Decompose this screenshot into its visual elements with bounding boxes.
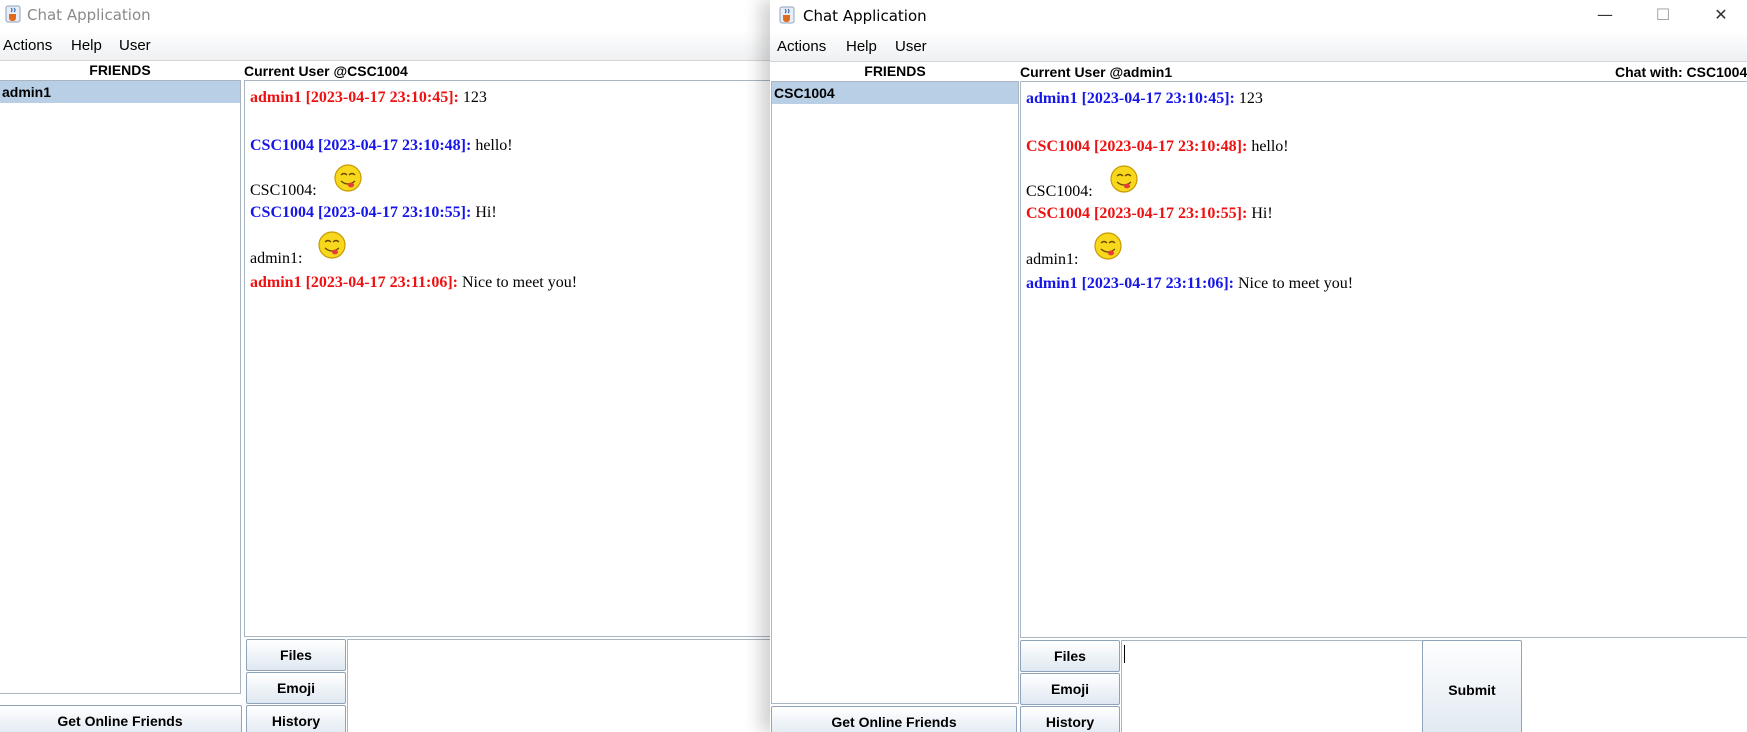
message-sender: CSC1004 bbox=[1026, 138, 1091, 155]
maximize-icon[interactable]: ☐ bbox=[1643, 3, 1683, 27]
message-row: admin1 [2023-04-17 23:11:06]: Nice to me… bbox=[1026, 275, 1353, 293]
message-input[interactable] bbox=[1121, 640, 1423, 732]
emoji-message-row: admin1: bbox=[1026, 251, 1078, 269]
emoji-sender: admin1: bbox=[1026, 251, 1079, 268]
window-title: Chat Application bbox=[27, 6, 151, 24]
java-cup-icon bbox=[5, 5, 21, 23]
message-area[interactable]: admin1 [2023-04-17 23:10:45]: 123 CSC100… bbox=[1020, 81, 1747, 638]
menu-bar: Actions Help User bbox=[770, 31, 1747, 62]
emoji-sender: CSC1004: bbox=[1026, 183, 1093, 200]
history-button[interactable]: History bbox=[246, 705, 346, 732]
message-text: Hi! bbox=[1251, 205, 1273, 222]
message-time: [2023-04-17 23:10:48]: bbox=[318, 137, 472, 154]
java-cup-icon bbox=[779, 6, 795, 24]
message-row: admin1 [2023-04-17 23:10:45]: 123 bbox=[1026, 90, 1263, 108]
files-button[interactable]: Files bbox=[1020, 640, 1120, 672]
minimize-icon[interactable]: — bbox=[1585, 3, 1625, 27]
friends-header: FRIENDS bbox=[864, 63, 926, 79]
emoji-button[interactable]: Emoji bbox=[246, 672, 346, 704]
menu-user[interactable]: User bbox=[119, 37, 151, 54]
friends-list[interactable]: CSC1004 bbox=[771, 81, 1019, 704]
menu-help[interactable]: Help bbox=[846, 38, 877, 55]
message-sender: admin1 bbox=[1026, 275, 1078, 292]
emoji-button[interactable]: Emoji bbox=[1020, 673, 1120, 705]
history-button[interactable]: History bbox=[1020, 706, 1120, 732]
message-text: Hi! bbox=[475, 204, 497, 221]
message-time: [2023-04-17 23:10:55]: bbox=[1094, 205, 1248, 222]
submit-button[interactable]: Submit bbox=[1422, 640, 1522, 732]
emoji-message-row: CSC1004: bbox=[250, 182, 317, 200]
title-bar[interactable]: Chat Application bbox=[0, 0, 770, 30]
message-sender: CSC1004 bbox=[250, 137, 315, 154]
message-text: Nice to meet you! bbox=[1238, 275, 1354, 292]
menu-help[interactable]: Help bbox=[71, 37, 102, 54]
message-time: [2023-04-17 23:11:06]: bbox=[305, 274, 458, 291]
message-sender: CSC1004 bbox=[1026, 205, 1091, 222]
message-time: [2023-04-17 23:10:45]: bbox=[1081, 90, 1235, 107]
message-sender: admin1 bbox=[1026, 90, 1078, 107]
emoji-message-row: admin1: bbox=[250, 250, 302, 268]
message-time: [2023-04-17 23:10:45]: bbox=[305, 89, 459, 106]
emoji-sender: admin1: bbox=[250, 250, 303, 267]
message-sender: CSC1004 bbox=[250, 204, 315, 221]
message-input[interactable] bbox=[347, 639, 770, 732]
friends-list[interactable]: admin1 bbox=[0, 80, 241, 694]
message-row: admin1 [2023-04-17 23:11:06]: Nice to me… bbox=[250, 274, 577, 292]
message-time: [2023-04-17 23:10:55]: bbox=[318, 204, 472, 221]
message-row: CSC1004 [2023-04-17 23:10:48]: hello! bbox=[1026, 138, 1289, 156]
message-sender: admin1 bbox=[250, 89, 302, 106]
message-sender: admin1 bbox=[250, 274, 302, 291]
friend-item-csc1004[interactable]: CSC1004 bbox=[772, 82, 1018, 104]
get-online-friends-button[interactable]: Get Online Friends bbox=[0, 705, 242, 732]
menu-actions[interactable]: Actions bbox=[3, 37, 52, 54]
friends-header: FRIENDS bbox=[89, 62, 151, 78]
friend-item-admin1[interactable]: admin1 bbox=[0, 81, 240, 103]
smiley-tongue-icon bbox=[1094, 232, 1122, 260]
window-title: Chat Application bbox=[803, 7, 927, 25]
message-text: hello! bbox=[475, 137, 513, 154]
message-row: CSC1004 [2023-04-17 23:10:48]: hello! bbox=[250, 137, 513, 155]
message-text: Nice to meet you! bbox=[462, 274, 578, 291]
message-time: [2023-04-17 23:10:48]: bbox=[1094, 138, 1248, 155]
chat-window-csc1004: Chat Application Actions Help User FRIEN… bbox=[0, 0, 770, 732]
smiley-tongue-icon bbox=[318, 231, 346, 259]
menu-bar: Actions Help User bbox=[0, 30, 770, 61]
emoji-message-row: CSC1004: bbox=[1026, 183, 1093, 201]
menu-user[interactable]: User bbox=[895, 38, 927, 55]
get-online-friends-button[interactable]: Get Online Friends bbox=[771, 706, 1017, 732]
message-text: hello! bbox=[1251, 138, 1289, 155]
message-row: admin1 [2023-04-17 23:10:45]: 123 bbox=[250, 89, 487, 107]
close-icon[interactable]: ✕ bbox=[1701, 3, 1741, 27]
message-text: 123 bbox=[1238, 90, 1263, 107]
message-row: CSC1004 [2023-04-17 23:10:55]: Hi! bbox=[1026, 205, 1273, 223]
message-time: [2023-04-17 23:11:06]: bbox=[1081, 275, 1234, 292]
chat-window-admin1: Chat Application — ☐ ✕ Actions Help User… bbox=[770, 0, 1747, 732]
message-row: CSC1004 [2023-04-17 23:10:55]: Hi! bbox=[250, 204, 497, 222]
current-user-label: Current User @admin1 bbox=[1020, 64, 1173, 80]
smiley-tongue-icon bbox=[334, 164, 362, 192]
menu-actions[interactable]: Actions bbox=[777, 38, 826, 55]
current-user-label: Current User @CSC1004 bbox=[244, 63, 408, 79]
chat-with-label: Chat with: CSC1004 bbox=[1615, 64, 1747, 80]
title-bar[interactable]: Chat Application — ☐ ✕ bbox=[770, 0, 1747, 30]
text-caret bbox=[1124, 645, 1125, 663]
emoji-sender: CSC1004: bbox=[250, 182, 317, 199]
files-button[interactable]: Files bbox=[246, 639, 346, 671]
message-text: 123 bbox=[462, 89, 487, 106]
message-area[interactable]: admin1 [2023-04-17 23:10:45]: 123 CSC100… bbox=[244, 80, 770, 637]
smiley-tongue-icon bbox=[1110, 165, 1138, 193]
